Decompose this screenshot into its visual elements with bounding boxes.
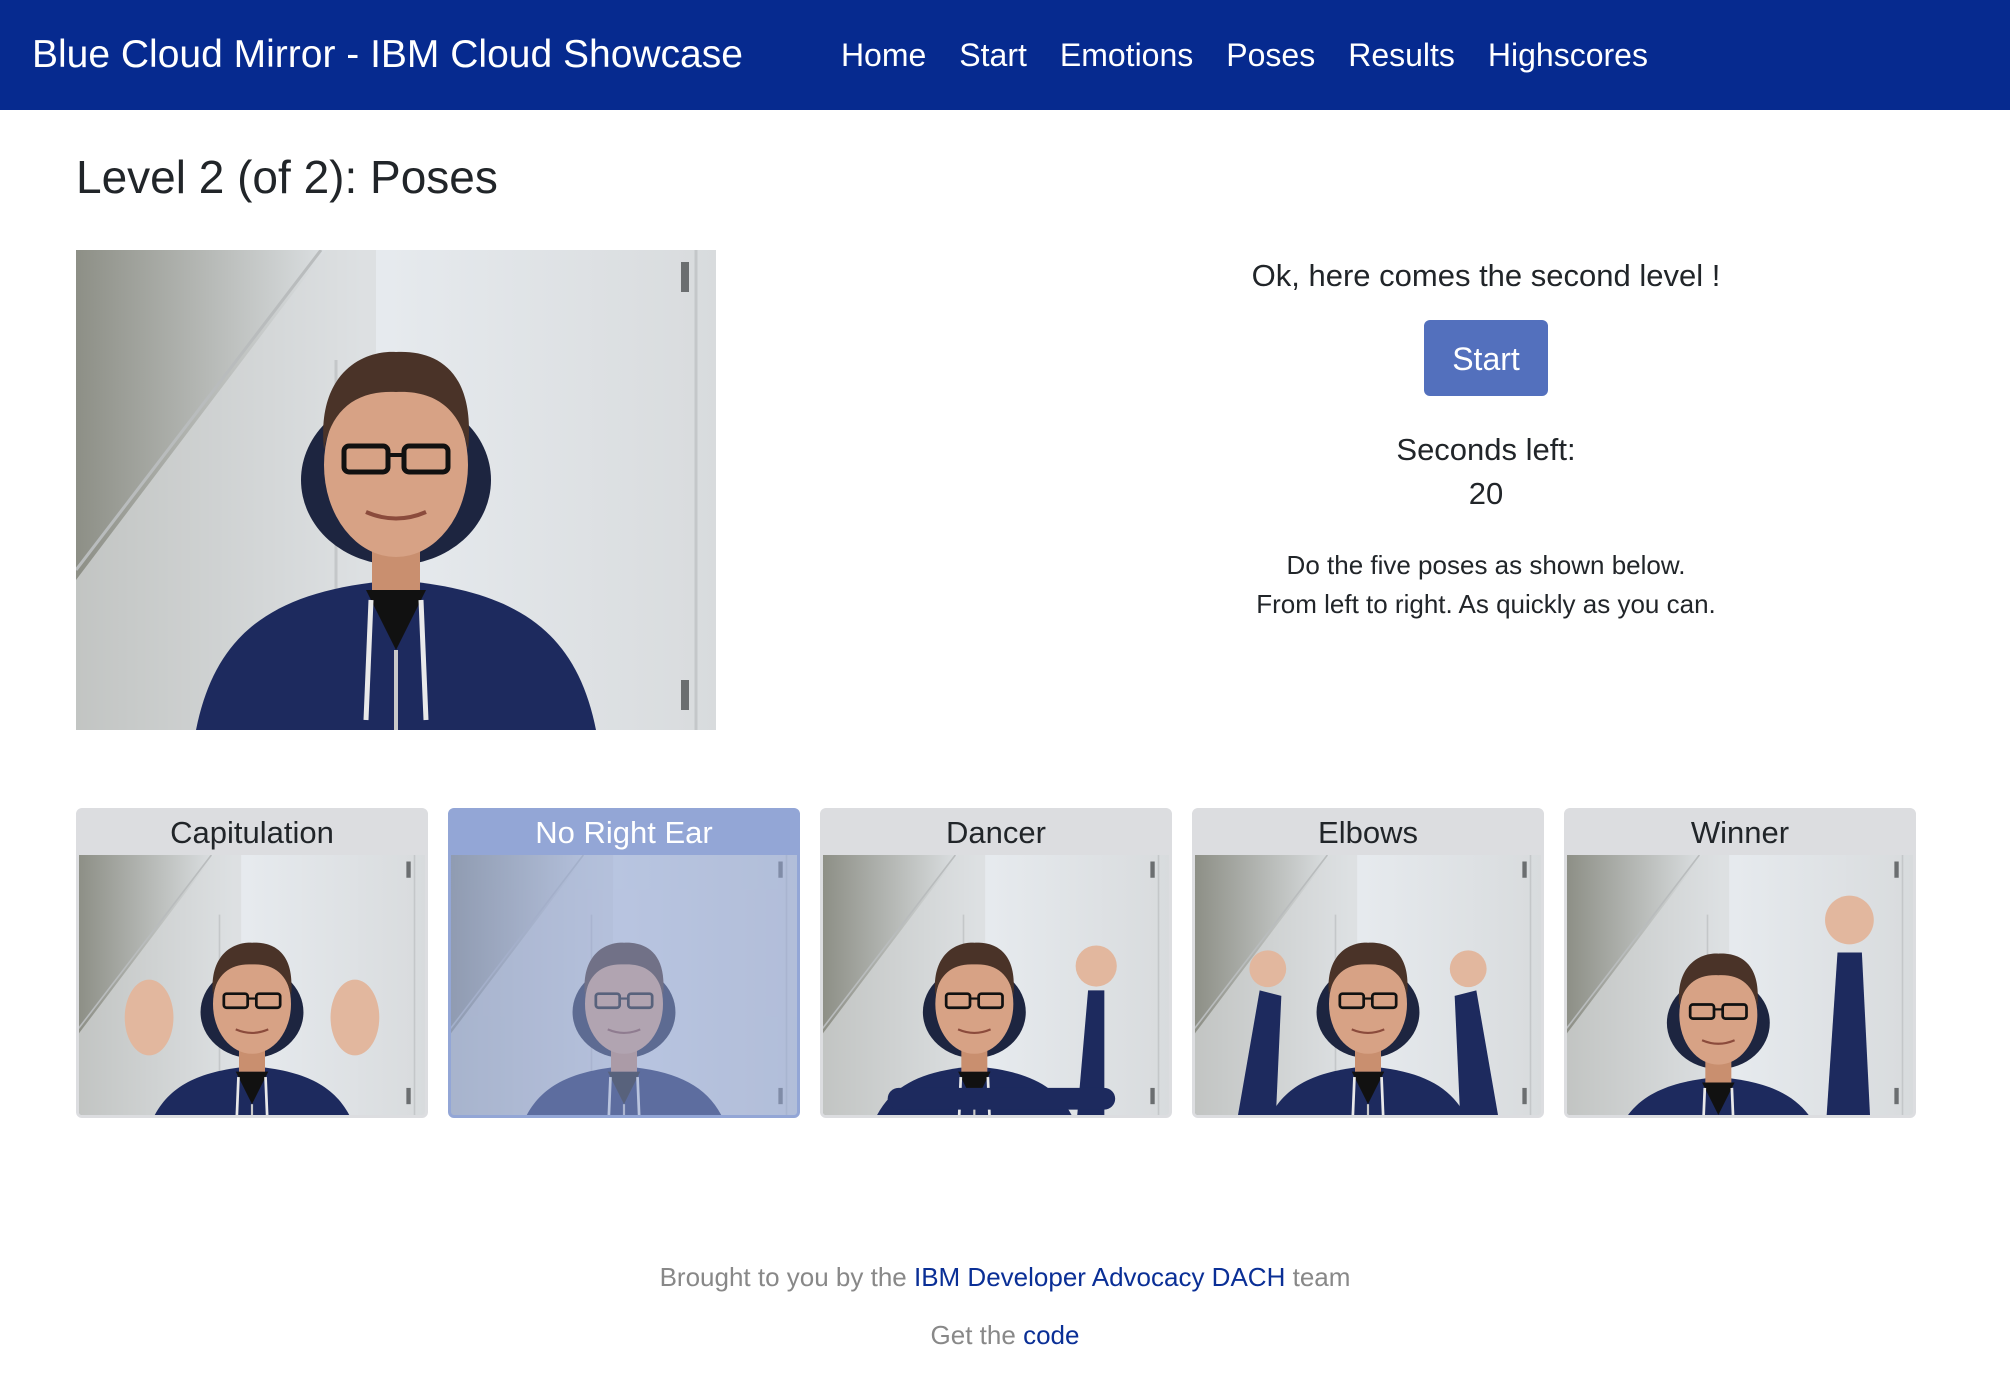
pose-card-no-right-ear: No Right Ear: [448, 808, 800, 1118]
pose-list: Capitulation No Right Ear Dancer Elbows: [76, 808, 1936, 1118]
pose-image-winner: [1567, 855, 1913, 1115]
footer-code-prefix: Get the: [930, 1320, 1016, 1350]
pose-label: No Right Ear: [535, 815, 713, 850]
pose-label: Elbows: [1318, 815, 1418, 850]
footer-code-link[interactable]: code: [1023, 1320, 1079, 1350]
footer-code: Get the code: [0, 1320, 2010, 1351]
instructions: Do the five poses as shown below. From l…: [1136, 546, 1836, 624]
pose-card-elbows: Elbows: [1192, 808, 1544, 1118]
brand-title[interactable]: Blue Cloud Mirror - IBM Cloud Showcase: [32, 33, 743, 77]
nav-results[interactable]: Results: [1348, 37, 1455, 74]
page-title: Level 2 (of 2): Poses: [76, 151, 498, 203]
webcam-feed: [76, 250, 716, 730]
game-panel: Ok, here comes the second level ! Start …: [1136, 258, 1836, 624]
pose-image-no-right-ear: [451, 855, 797, 1115]
pose-label: Dancer: [946, 815, 1046, 850]
top-navbar: Blue Cloud Mirror - IBM Cloud Showcase H…: [0, 0, 2010, 110]
pose-card-dancer: Dancer: [820, 808, 1172, 1118]
main-nav: Home Start Emotions Poses Results Highsc…: [841, 37, 1681, 74]
level-intro-text: Ok, here comes the second level !: [1251, 258, 1721, 293]
pose-label: Winner: [1690, 815, 1790, 850]
footer-credit-suffix: team: [1292, 1262, 1351, 1292]
footer-credit: Brought to you by the IBM Developer Advo…: [0, 1262, 2010, 1293]
pose-image-elbows: [1195, 855, 1541, 1115]
nav-poses[interactable]: Poses: [1226, 37, 1315, 74]
pose-card-winner: Winner: [1564, 808, 1916, 1118]
instructions-line-1: Do the five poses as shown below.: [1286, 550, 1686, 580]
seconds-left-label: Seconds left:: [1396, 432, 1576, 467]
instructions-line-2: From left to right. As quickly as you ca…: [1256, 589, 1716, 619]
pose-image-dancer: [823, 855, 1169, 1115]
footer-team-link[interactable]: IBM Developer Advocacy DACH: [914, 1262, 1285, 1292]
pose-image-capitulation: [79, 855, 425, 1115]
seconds-left-value: 20: [1468, 476, 1504, 511]
pose-label: Capitulation: [170, 815, 334, 850]
nav-emotions[interactable]: Emotions: [1060, 37, 1193, 74]
start-button[interactable]: Start: [1424, 320, 1548, 396]
footer-credit-prefix: Brought to you by the: [659, 1262, 907, 1292]
nav-highscores[interactable]: Highscores: [1488, 37, 1648, 74]
pose-card-capitulation: Capitulation: [76, 808, 428, 1118]
nav-home[interactable]: Home: [841, 37, 926, 74]
nav-start[interactable]: Start: [959, 37, 1027, 74]
